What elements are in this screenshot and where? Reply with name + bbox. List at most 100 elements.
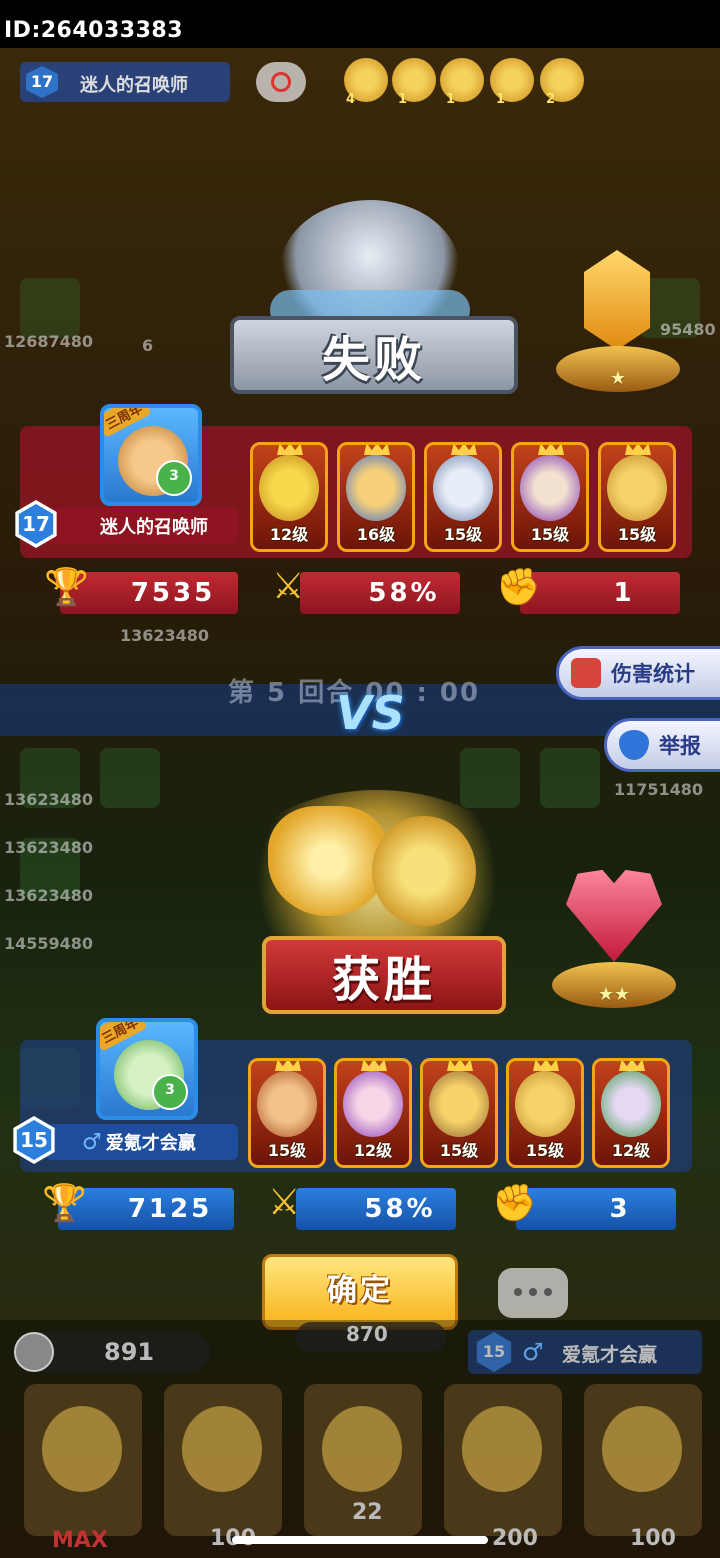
hero-portrait (520, 455, 580, 521)
winner-hero-card[interactable]: 15级 (420, 1058, 498, 1168)
damage-number: 12687480 (4, 332, 94, 351)
hero-portrait (515, 1071, 575, 1137)
victory-banner: 获胜 (262, 936, 506, 1014)
deck-hero-card[interactable] (584, 1384, 702, 1536)
hero-level: 15级 (439, 1141, 479, 1160)
mini-hero-stars: 1 (496, 92, 506, 107)
mute-chat-button[interactable] (256, 62, 306, 102)
hero-portrait (346, 455, 406, 521)
damage-number: 13623480 (4, 790, 94, 809)
confirm-button[interactable]: 确定 (262, 1254, 458, 1330)
deck-hero-card[interactable] (24, 1384, 142, 1536)
damage-number: 13623480 (4, 838, 94, 857)
trophy-icon: 🏆 (42, 1183, 87, 1224)
mini-hero-stars: 1 (446, 92, 456, 107)
home-indicator[interactable] (232, 1536, 488, 1544)
winner-hero-card[interactable]: 15级 (506, 1058, 584, 1168)
hero-portrait (42, 1406, 122, 1492)
winner-hero-card[interactable]: 15级 (248, 1058, 326, 1168)
rank-stars: ★ (609, 368, 627, 389)
center-coin-counter: 870 (296, 1322, 446, 1352)
crown-icon (275, 1061, 301, 1071)
loser-hero-card[interactable]: 15级 (424, 442, 502, 552)
crown-icon (533, 1061, 559, 1071)
chat-dot (529, 1288, 537, 1296)
damage-stats-button[interactable]: 伤害统计 (556, 646, 720, 700)
loser-avatar[interactable]: 三周年 3 (100, 404, 202, 506)
mini-hero-stars: 2 (546, 92, 556, 107)
coin-icon (14, 1332, 54, 1372)
winner-hero-card[interactable]: 12级 (592, 1058, 670, 1168)
hero-portrait (182, 1406, 262, 1492)
block-icon (271, 72, 291, 92)
report-label: 举报 (659, 734, 701, 758)
deck-hero-card[interactable] (444, 1384, 562, 1536)
deck-cost-max: MAX (52, 1528, 108, 1553)
deck-cost: 200 (492, 1526, 538, 1551)
winner-hero-card[interactable]: 12级 (334, 1058, 412, 1168)
winner-avatar[interactable]: 三周年 3 (96, 1018, 198, 1120)
user-id-label: ID:264033383 (4, 18, 184, 43)
crown-icon (538, 445, 564, 455)
damage-number: 6 (142, 336, 154, 355)
deck-cost: 100 (630, 1526, 676, 1551)
stats-list-icon (571, 658, 601, 688)
winner-rank-badge: ★★ (552, 866, 676, 1016)
deck-hero-card[interactable] (164, 1384, 282, 1536)
coin-count: 891 (104, 1338, 155, 1366)
loser-rank-badge: ★ (556, 250, 680, 400)
golden-knight-icon (372, 816, 476, 926)
loser-hero-card[interactable]: 16级 (337, 442, 415, 552)
winner-rank: 3 (609, 1194, 631, 1224)
winner-name: 爱氪才会赢 (105, 1133, 196, 1154)
hero-portrait (322, 1406, 402, 1492)
hero-portrait (433, 455, 493, 521)
hero-level: 15级 (525, 1141, 565, 1160)
gender-icon: ♂ (522, 1338, 544, 1366)
coin-counter: 891 (14, 1332, 210, 1372)
hero-level: 12级 (269, 525, 309, 544)
hero-level: 12级 (611, 1141, 651, 1160)
winner-win-rate: 58% (364, 1194, 436, 1224)
hero-portrait (259, 455, 319, 521)
rank-stars: ★★ (597, 984, 631, 1005)
hero-portrait (601, 1071, 661, 1137)
fist-icon: ✊ (496, 567, 541, 608)
crown-icon (277, 445, 303, 455)
crown-icon (364, 445, 390, 455)
center-coin-count: 870 (346, 1322, 388, 1346)
top-opponent-nameplate: 17 迷人的召唤师 (20, 62, 230, 102)
loser-level: 17 (18, 504, 54, 544)
mini-hero-stars: 4 (346, 92, 356, 107)
crossed-swords-icon: ⚔ (268, 1182, 301, 1223)
bottom-player-nameplate: 15 ♂ 爱氪才会赢 (468, 1330, 702, 1374)
damage-number: 14559480 (4, 934, 94, 953)
trophy-icon: 🏆 (44, 567, 89, 608)
defeat-banner: 失败 (230, 316, 518, 394)
loser-hero-card[interactable]: 15级 (598, 442, 676, 552)
chat-button[interactable] (498, 1268, 568, 1318)
hero-level: 15级 (443, 525, 483, 544)
loser-winrate-stat: 58% (300, 572, 460, 614)
report-button[interactable]: 举报 (604, 718, 720, 772)
loser-hero-card[interactable]: 12级 (250, 442, 328, 552)
hero-level: 15级 (617, 525, 657, 544)
hero-portrait (462, 1406, 542, 1492)
avatar-badge: 3 (152, 1074, 188, 1110)
hero-level: 16级 (356, 525, 396, 544)
crown-icon (625, 445, 651, 455)
winner-trophies: 7125 (127, 1194, 213, 1224)
hero-level: 12级 (353, 1141, 393, 1160)
bottom-player-level: 15 (476, 1332, 512, 1372)
crown-icon (619, 1061, 645, 1071)
hero-portrait (343, 1071, 403, 1137)
winner-rank-stat: 3 (516, 1188, 676, 1230)
loser-rank-stat: 1 (520, 572, 680, 614)
loser-name: 迷人的召唤师 (100, 517, 208, 538)
status-bar: ID:264033383 (0, 0, 720, 48)
loser-hero-card[interactable]: 15级 (511, 442, 589, 552)
damage-number: 13623480 (120, 626, 210, 645)
hero-portrait (429, 1071, 489, 1137)
fist-icon: ✊ (492, 1183, 537, 1224)
crown-icon (451, 445, 477, 455)
